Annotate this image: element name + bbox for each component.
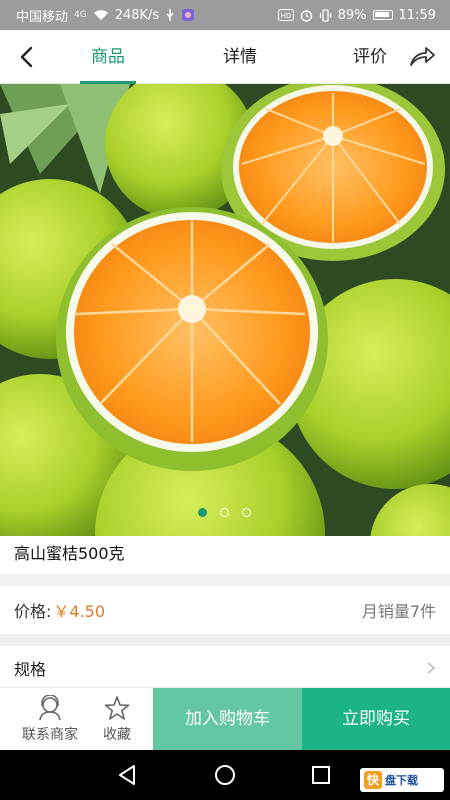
back-arrow-icon[interactable] [14,44,40,70]
spec-label: 规格 [14,660,47,679]
battery-percent: 89% [337,7,367,23]
star-icon [104,696,130,720]
watermark-badge: 快 [364,771,382,789]
add-to-cart-button[interactable]: 加入购物车 [153,688,302,751]
tab-reviews[interactable]: 评价 [344,30,396,84]
customer-service-icon [39,695,61,721]
carrier-name: 中国移动 [16,9,69,25]
status-bar: 中国移动 4G 248K/s HD 89% 11:59 [0,0,450,30]
nav-back-icon[interactable] [114,762,140,788]
svg-text:HD: HD [280,12,291,20]
alarm-icon [300,9,312,22]
top-nav: 商品 详情 评价 [0,30,450,84]
network-type: 4G [74,10,87,20]
system-nav-bar: 快 盘下载 [0,750,450,800]
tab-goods[interactable]: 商品 [80,30,136,84]
usb-icon [166,9,174,21]
product-title: 高山蜜桔500克 [0,536,450,574]
contact-seller-button[interactable]: 联系商家 [14,688,86,751]
clock: 11:59 [398,7,436,23]
product-image-carousel[interactable] [0,84,450,536]
watermark-logo: 快 盘下载 [360,768,444,792]
nav-recents-icon[interactable] [308,762,334,788]
price-label: 价格: [14,602,52,621]
watermark-text: 盘下载 [385,773,418,787]
carousel-indicator [198,508,251,517]
spec-row[interactable]: 规格 [0,646,450,690]
monthly-sales: 月销量7件 [361,602,436,621]
tab-details[interactable]: 详情 [214,30,266,84]
wifi-icon [93,10,108,20]
app-notification-icon [182,9,195,21]
bottom-action-bar: 联系商家 收藏 加入购物车 立即购买 [0,687,450,751]
battery-icon [372,10,393,20]
nav-home-icon[interactable] [212,762,238,788]
carousel-dot-2[interactable] [220,508,229,517]
chevron-right-icon [427,662,436,674]
share-icon[interactable] [408,44,436,70]
vibrate-icon [319,8,331,22]
product-photo [0,84,450,536]
carousel-dot-1[interactable] [198,508,207,517]
price-row: 价格: ￥4.50 月销量7件 [0,586,450,634]
favorite-button[interactable]: 收藏 [94,688,140,751]
network-speed: 248K/s [114,7,160,23]
favorite-label: 收藏 [103,727,131,743]
buy-now-button[interactable]: 立即购买 [302,688,450,751]
contact-seller-label: 联系商家 [22,727,78,743]
price-value: ￥4.50 [53,602,106,621]
carousel-dot-3[interactable] [242,508,251,517]
hd-icon: HD [277,9,294,21]
